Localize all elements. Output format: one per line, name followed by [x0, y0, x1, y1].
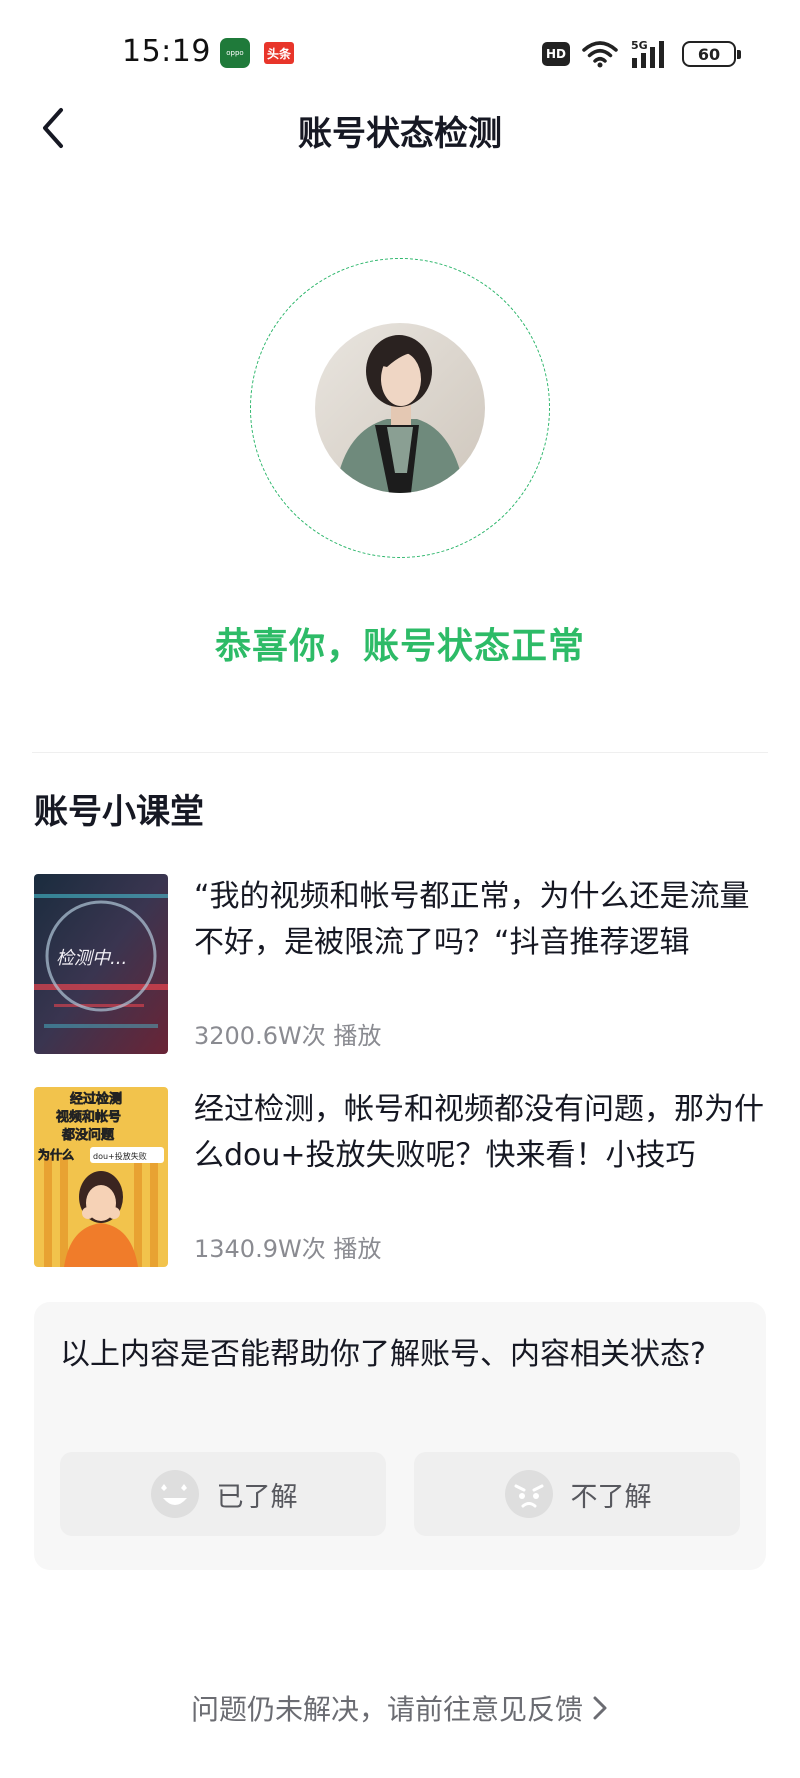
feedback-link[interactable]: 问题仍未解决，请前往意见反馈 — [0, 1688, 800, 1728]
course-text: 经过检测，帐号和视频都没有问题，那为什么dou+投放失败呢？快来看！小技巧 13… — [194, 1087, 768, 1267]
thumbnail-overlay-text: 检测中... — [56, 948, 127, 969]
course-item[interactable]: 经过检测 视频和帐号 都没问题 为什么 dou+投放失败 经过检测，帐号和视频都… — [34, 1087, 768, 1267]
wifi-icon — [582, 40, 618, 68]
feedback-link-text: 问题仍未解决，请前往意见反馈 — [190, 1693, 583, 1726]
nav-bar: 账号状态检测 — [0, 92, 800, 162]
course-description: “我的视频和帐号都正常，为什么还是流量不好，是被限流了吗？“抖音推荐逻辑 — [194, 879, 750, 960]
course-section-title: 账号小课堂 — [34, 792, 204, 832]
understood-label: 已了解 — [216, 1481, 298, 1513]
thumbnail-overlay-text: 为什么 — [38, 1147, 74, 1162]
page-title: 账号状态检测 — [298, 114, 502, 154]
course-play-count: 3200.6W次 播放 — [194, 1022, 382, 1050]
feedback-question: 以上内容是否能帮助你了解账号、内容相关状态? — [60, 1337, 706, 1372]
course-item[interactable]: 检测中... “我的视频和帐号都正常，为什么还是流量不好，是被限流了吗？“抖音推… — [34, 874, 768, 1054]
course-description: 经过检测，帐号和视频都没有问题，那为什么dou+投放失败呢？快来看！小技巧 — [194, 1092, 764, 1173]
battery-icon: 60 — [682, 41, 741, 67]
account-status-message: 恭喜你，账号状态正常 — [214, 626, 585, 667]
not-understood-label: 不了解 — [570, 1481, 652, 1513]
cellular-signal-icon: 5G — [630, 38, 670, 70]
hd-icon: HD — [542, 42, 570, 66]
happy-face-icon — [150, 1470, 199, 1518]
understood-button[interactable]: 已了解 — [60, 1452, 386, 1536]
course-thumbnail: 检测中... — [34, 874, 168, 1054]
chevron-right-icon — [593, 1696, 607, 1720]
battery-level: 60 — [697, 44, 721, 64]
toutiao-app-icon: 头条 — [264, 42, 294, 64]
course-text: “我的视频和帐号都正常，为什么还是流量不好，是被限流了吗？“抖音推荐逻辑 320… — [194, 874, 768, 1054]
status-bar: 15:19 oppo 头条 HD 5G 60 — [0, 0, 800, 100]
feedback-card: 以上内容是否能帮助你了解账号、内容相关状态? 已了解 不了解 — [34, 1302, 766, 1570]
thumbnail-overlay-text: 视频和帐号 — [56, 1109, 121, 1125]
thumbnail-overlay-text: dou+投放失败 — [93, 1151, 147, 1161]
section-divider — [32, 752, 768, 753]
status-time: 15:19 — [122, 34, 211, 69]
avatar — [315, 323, 485, 493]
network-type-label: 5G — [631, 39, 648, 52]
sad-face-icon — [504, 1470, 553, 1518]
course-thumbnail: 经过检测 视频和帐号 都没问题 为什么 dou+投放失败 — [34, 1087, 168, 1267]
oppo-app-icon: oppo — [220, 38, 250, 68]
thumbnail-overlay-text: 经过检测 — [70, 1091, 122, 1107]
not-understood-button[interactable]: 不了解 — [414, 1452, 740, 1536]
thumbnail-overlay-text: 都没问题 — [61, 1127, 115, 1143]
course-play-count: 1340.9W次 播放 — [194, 1235, 382, 1263]
status-icons: HD 5G 60 — [542, 38, 741, 70]
